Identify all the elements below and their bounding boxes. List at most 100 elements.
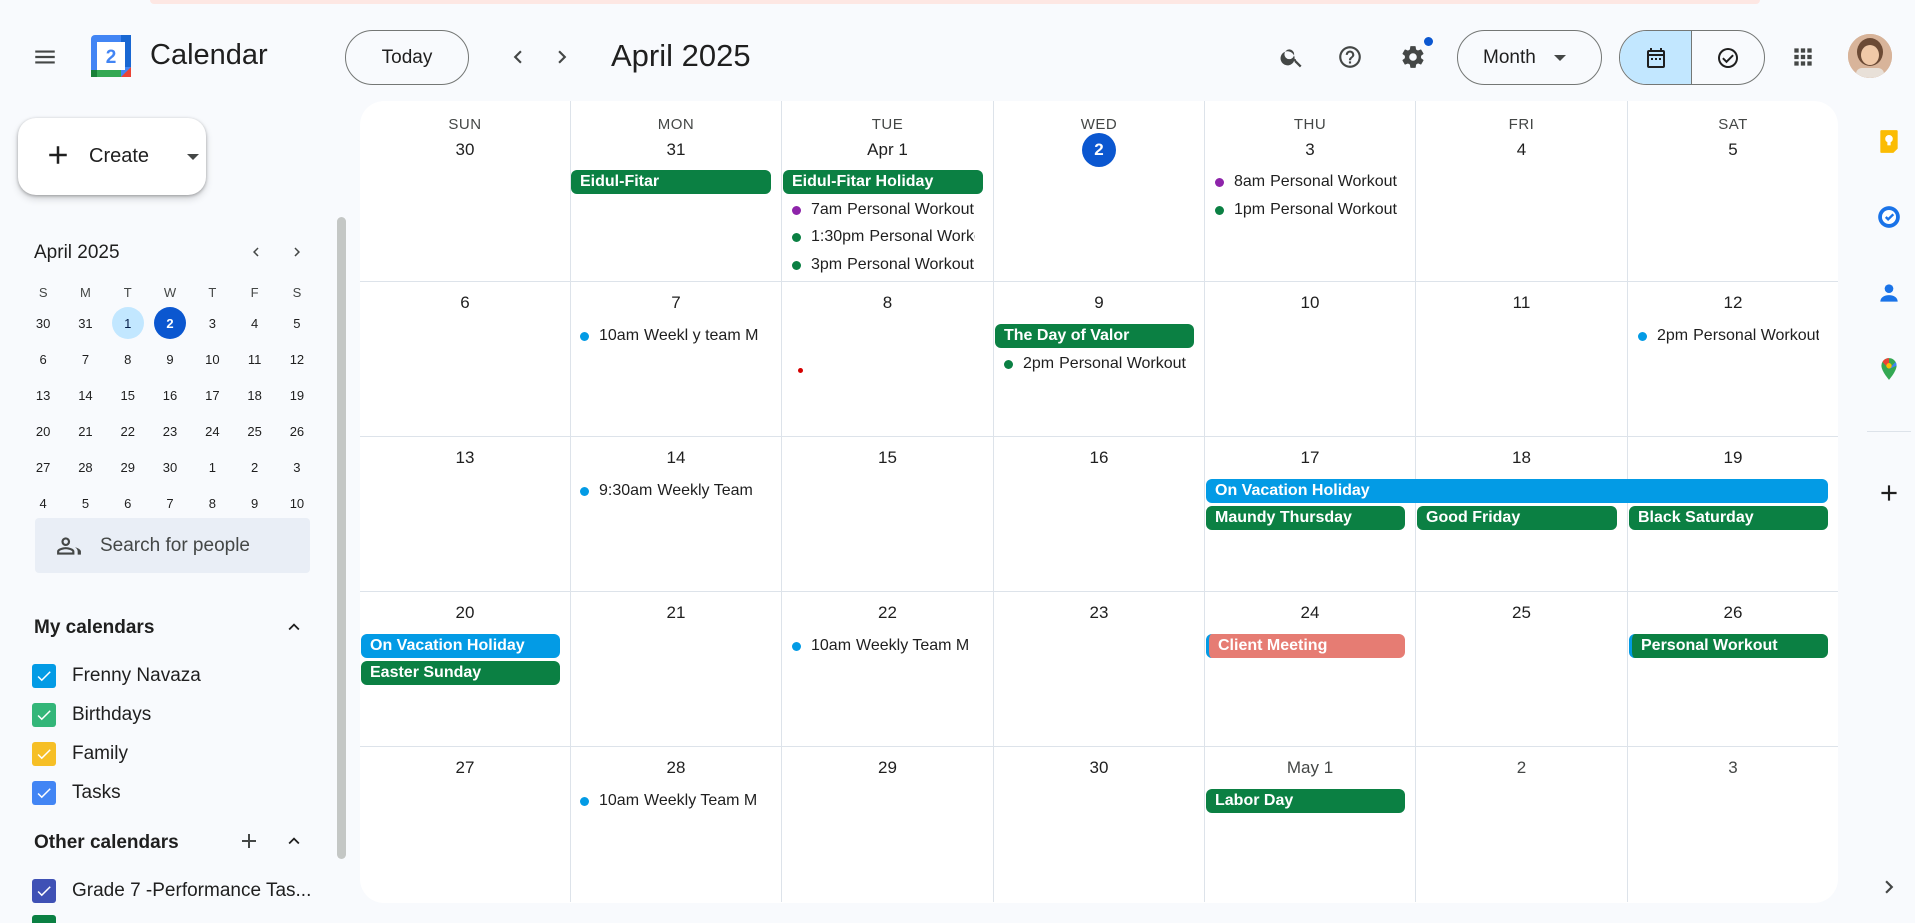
day-number[interactable]: May 1	[1281, 751, 1339, 785]
mini-day[interactable]: 25	[233, 413, 275, 449]
mini-day[interactable]: 4	[233, 305, 275, 341]
day-cell[interactable]: 6	[360, 282, 571, 437]
day-number[interactable]: 27	[448, 751, 482, 785]
day-number[interactable]: 10	[1293, 286, 1327, 320]
calendar-checkbox[interactable]	[32, 742, 56, 766]
get-addons-button[interactable]	[1873, 477, 1905, 509]
mini-day[interactable]: 18	[233, 377, 275, 413]
event-chip[interactable]: The Day of Valor	[995, 324, 1194, 348]
day-number[interactable]: 29	[871, 751, 905, 785]
day-cell[interactable]: 10	[1205, 282, 1416, 437]
mini-day[interactable]: 10	[191, 341, 233, 377]
mini-day[interactable]: 13	[22, 377, 64, 413]
event-chip[interactable]: Eidul-Fitar Holiday	[783, 170, 983, 194]
day-cell[interactable]: 25	[1416, 592, 1628, 747]
day-cell[interactable]: 7	[571, 282, 782, 437]
mini-day[interactable]: 26	[276, 413, 318, 449]
mini-day[interactable]: 30	[22, 305, 64, 341]
mini-day[interactable]: 3	[191, 305, 233, 341]
day-number[interactable]: Apr 1	[861, 133, 914, 167]
timed-event[interactable]: 10am Weekl y team M	[571, 324, 763, 348]
mini-day[interactable]: 5	[64, 485, 106, 521]
day-cell[interactable]: 26	[1628, 592, 1838, 747]
day-cell[interactable]: May 1	[1205, 747, 1416, 902]
timed-event[interactable]: 3pm Personal Workout	[783, 253, 975, 277]
mini-day[interactable]: 19	[276, 377, 318, 413]
mini-day[interactable]: 27	[22, 449, 64, 485]
create-button[interactable]: Create	[18, 118, 206, 195]
calendar-view-toggle[interactable]	[1620, 31, 1692, 84]
calendar-item-tasks[interactable]: Tasks	[32, 778, 121, 808]
support-button[interactable]	[1326, 33, 1374, 81]
mini-day[interactable]: 7	[149, 485, 191, 521]
mini-day[interactable]: 24	[191, 413, 233, 449]
day-number[interactable]: 19	[1716, 441, 1750, 475]
calendar-item-frenny-navaza[interactable]: Frenny Navaza	[32, 661, 201, 691]
event-chip[interactable]: Easter Sunday	[361, 661, 560, 685]
day-number[interactable]: 6	[448, 286, 482, 320]
mini-day[interactable]: 22	[107, 413, 149, 449]
maps-button[interactable]	[1873, 353, 1905, 385]
calendar-item-birthdays[interactable]: Birthdays	[32, 700, 151, 730]
day-number[interactable]: 23	[1082, 596, 1116, 630]
mini-day[interactable]: 5	[276, 305, 318, 341]
tasks-view-toggle[interactable]	[1692, 31, 1764, 84]
side-panel-expand-button[interactable]	[1873, 871, 1905, 903]
timed-event[interactable]: 2pm Personal Workout	[1629, 324, 1819, 348]
timed-event[interactable]: 10am Weekly Team M	[783, 634, 975, 658]
day-number[interactable]: 22	[871, 596, 905, 630]
day-cell[interactable]: 22	[782, 592, 994, 747]
mini-day[interactable]: 29	[107, 449, 149, 485]
event-chip[interactable]: Labor Day	[1206, 789, 1405, 813]
day-cell[interactable]: 30	[994, 747, 1205, 902]
day-number[interactable]: 30	[448, 133, 482, 167]
day-cell[interactable]: WED 2	[994, 101, 1205, 282]
mini-day[interactable]: 31	[64, 305, 106, 341]
mini-day[interactable]: 8	[191, 485, 233, 521]
mini-calendar-prev-button[interactable]	[242, 238, 270, 266]
day-cell[interactable]: 15	[782, 437, 994, 592]
day-cell[interactable]: 23	[994, 592, 1205, 747]
day-number-today[interactable]: 2	[1082, 133, 1116, 167]
day-cell[interactable]: SUN 30	[360, 101, 571, 282]
day-number[interactable]: 28	[659, 751, 693, 785]
timed-event[interactable]: 8am Personal Workout	[1206, 170, 1398, 194]
day-number[interactable]: 7	[659, 286, 693, 320]
search-for-people-input[interactable]: Search for people	[35, 518, 310, 573]
mini-day[interactable]: 8	[107, 341, 149, 377]
mini-day[interactable]: 17	[191, 377, 233, 413]
calendar-item-family[interactable]: Family	[32, 739, 128, 769]
mini-day[interactable]: 20	[22, 413, 64, 449]
event-chip[interactable]: Good Friday	[1417, 506, 1617, 530]
day-number[interactable]: 21	[659, 596, 693, 630]
event-chip[interactable]: Maundy Thursday	[1206, 506, 1405, 530]
mini-day[interactable]: 1	[191, 449, 233, 485]
day-number[interactable]: 3	[1293, 133, 1327, 167]
my-calendars-heading[interactable]: My calendars	[34, 617, 154, 639]
day-number[interactable]: 16	[1082, 441, 1116, 475]
mini-day[interactable]: 11	[233, 341, 275, 377]
day-number[interactable]: 4	[1505, 133, 1539, 167]
day-cell[interactable]: 2	[1416, 747, 1628, 902]
mini-day-today[interactable]: 2	[149, 305, 191, 341]
tasks-button[interactable]	[1873, 201, 1905, 233]
mini-day[interactable]: 15	[107, 377, 149, 413]
other-calendars-heading[interactable]: Other calendars	[34, 832, 179, 854]
day-number[interactable]: 24	[1293, 596, 1327, 630]
timed-event[interactable]: 7am Personal Workout	[783, 198, 975, 222]
google-apps-button[interactable]	[1779, 33, 1827, 81]
day-number[interactable]: 30	[1082, 751, 1116, 785]
today-button[interactable]: Today	[345, 30, 469, 85]
day-number[interactable]: 14	[659, 441, 693, 475]
contacts-button[interactable]	[1873, 277, 1905, 309]
account-avatar[interactable]	[1848, 34, 1892, 78]
calendar-checkbox[interactable]	[32, 703, 56, 727]
mini-day[interactable]: 7	[64, 341, 106, 377]
mini-day[interactable]: 16	[149, 377, 191, 413]
search-button[interactable]	[1268, 33, 1316, 81]
day-cell[interactable]: 11	[1416, 282, 1628, 437]
event-chip[interactable]: Personal Workout	[1629, 634, 1828, 658]
day-cell[interactable]: 29	[782, 747, 994, 902]
mini-day[interactable]: 12	[276, 341, 318, 377]
mini-day[interactable]: 9	[233, 485, 275, 521]
